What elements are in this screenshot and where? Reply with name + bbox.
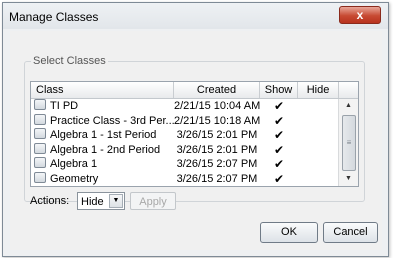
checkbox-icon[interactable] (34, 157, 46, 169)
column-header-created[interactable]: Created (174, 82, 260, 98)
class-name: Algebra 1 - 2nd Period (50, 143, 161, 156)
actions-select-value: Hide (81, 196, 104, 208)
created-date: 3/26/15 2:07 PM (176, 172, 258, 185)
ok-button[interactable]: OK (260, 222, 318, 243)
actions-select[interactable]: Hide ▼ (77, 192, 125, 210)
table-row[interactable]: Practice Class - 3rd Per... 2/21/15 10:1… (31, 113, 339, 129)
column-header-hide[interactable]: Hide (298, 82, 339, 98)
scroll-up-icon[interactable]: ▲ (339, 99, 358, 113)
scrollbar-thumb[interactable]: ≡ (342, 115, 356, 171)
created-date: 2/21/15 10:04 AM (174, 100, 260, 112)
dialog-title: Manage Classes (9, 10, 99, 24)
table-row[interactable]: Geometry 3/26/15 2:07 PM ✔ (31, 171, 339, 186)
close-button[interactable]: x (339, 6, 381, 24)
checkmark-icon: ✔ (273, 142, 285, 157)
vertical-scrollbar[interactable]: ▲ ≡ ▼ (338, 99, 358, 186)
column-header-class[interactable]: Class (31, 82, 174, 98)
created-date: 3/26/15 2:01 PM (176, 129, 258, 142)
cancel-button[interactable]: Cancel (323, 222, 378, 243)
column-header-show[interactable]: Show (260, 82, 298, 98)
group-legend: Select Classes (33, 55, 106, 67)
checkbox-icon[interactable] (34, 113, 46, 125)
table-row[interactable]: TI PD 2/21/15 10:04 AM ✔ (31, 99, 339, 114)
checkmark-icon: ✔ (273, 113, 285, 128)
class-name: Algebra 1 (50, 158, 98, 171)
class-name: Algebra 1 - 1st Period (50, 129, 157, 142)
table-header: Class Created Show Hide (31, 82, 358, 99)
checkmark-icon: ✔ (273, 99, 285, 113)
close-icon: x (356, 8, 364, 22)
scroll-down-icon[interactable]: ▼ (339, 172, 358, 186)
checkmark-icon: ✔ (273, 128, 285, 143)
table-row[interactable]: Algebra 1 3/26/15 2:07 PM ✔ (31, 157, 339, 172)
table-row[interactable]: Algebra 1 - 2nd Period 3/26/15 2:01 PM ✔ (31, 142, 339, 158)
chevron-down-icon[interactable]: ▼ (109, 194, 123, 208)
manage-classes-dialog: Manage Classes x Select Classes Class Cr… (2, 2, 389, 257)
dialog-body: Select Classes Class Created Show Hide T… (10, 31, 382, 250)
checkmark-icon: ✔ (273, 157, 285, 172)
classes-table: Class Created Show Hide TI PD 2/21/15 10… (30, 81, 359, 187)
table-body: TI PD 2/21/15 10:04 AM ✔ Practice Class … (31, 99, 339, 186)
checkbox-icon[interactable] (34, 142, 46, 154)
table-row[interactable]: Algebra 1 - 1st Period 3/26/15 2:01 PM ✔ (31, 128, 339, 143)
title-bar: Manage Classes x (3, 3, 388, 29)
checkbox-icon[interactable] (34, 171, 46, 183)
class-name: Practice Class - 3rd Per... (50, 114, 174, 127)
actions-label: Actions: (30, 195, 70, 207)
apply-button[interactable]: Apply (130, 192, 176, 210)
created-date: 3/26/15 2:01 PM (176, 143, 258, 156)
created-date: 2/21/15 10:18 AM (174, 114, 260, 127)
header-corner (339, 82, 358, 98)
select-classes-group: Select Classes Class Created Show Hide T… (24, 55, 365, 210)
checkbox-icon[interactable] (34, 99, 46, 110)
checkbox-icon[interactable] (34, 128, 46, 140)
class-name: Geometry (50, 172, 99, 185)
checkmark-icon: ✔ (273, 171, 285, 186)
created-date: 3/26/15 2:07 PM (176, 158, 258, 171)
class-name: TI PD (50, 100, 79, 112)
